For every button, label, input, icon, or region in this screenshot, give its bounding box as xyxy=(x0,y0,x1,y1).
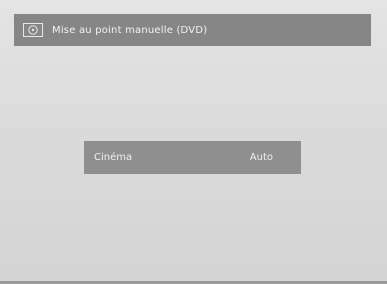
setting-row-cinema[interactable]: Cinéma Auto xyxy=(84,141,301,174)
setting-label: Cinéma xyxy=(94,152,133,163)
setting-value[interactable]: Auto xyxy=(250,152,273,163)
title-bar: Mise au point manuelle (DVD) xyxy=(14,14,371,46)
settings-screen: Mise au point manuelle (DVD) Cinéma Auto xyxy=(0,0,387,284)
page-title: Mise au point manuelle (DVD) xyxy=(52,24,208,36)
dvd-disc-icon xyxy=(22,22,44,38)
